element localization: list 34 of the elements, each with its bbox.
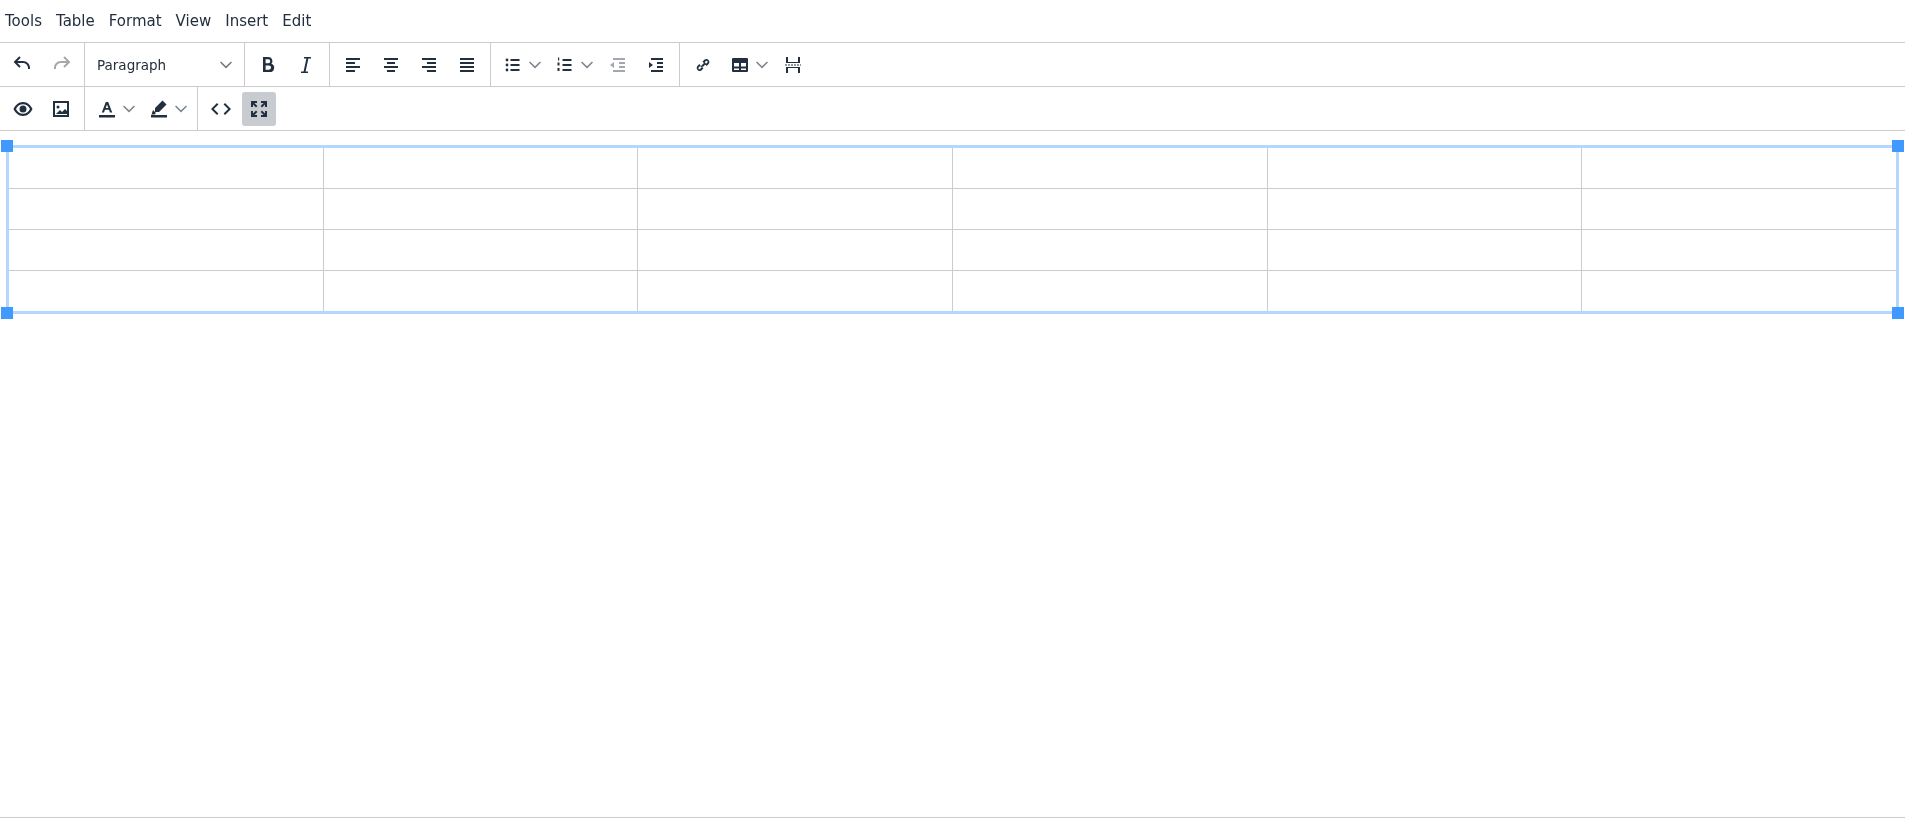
chevron-down-icon xyxy=(529,60,541,69)
menu-item[interactable]: View xyxy=(170,8,220,34)
table-cell[interactable] xyxy=(637,188,953,230)
chevron-down-icon xyxy=(175,104,187,113)
table-cell[interactable] xyxy=(8,188,324,230)
chevron-down-icon xyxy=(581,60,593,69)
block-format-dropdown[interactable]: Paragraph xyxy=(89,47,240,82)
resize-handle[interactable] xyxy=(1892,307,1904,319)
resize-handle[interactable] xyxy=(1892,140,1904,152)
table[interactable] xyxy=(8,147,1897,312)
menu-item[interactable]: Edit xyxy=(277,8,320,34)
resize-handle[interactable] xyxy=(1,307,13,319)
chevron-down-icon xyxy=(220,60,232,69)
table-cell[interactable] xyxy=(1267,188,1582,230)
table-cell[interactable] xyxy=(1267,229,1582,271)
chevron-down-icon xyxy=(756,60,768,69)
menu-item[interactable]: Tools xyxy=(0,8,50,34)
menu-item[interactable]: Insert xyxy=(220,8,277,34)
table-cell[interactable] xyxy=(323,147,638,189)
menu-item[interactable]: Format xyxy=(103,8,170,34)
table-cell[interactable] xyxy=(323,188,638,230)
chevron-down-icon xyxy=(123,104,135,113)
table-cell[interactable] xyxy=(8,147,324,189)
table-cell[interactable] xyxy=(952,188,1268,230)
table-cell[interactable] xyxy=(323,229,638,271)
resize-handle[interactable] xyxy=(1,140,13,152)
table-cell[interactable] xyxy=(1267,147,1582,189)
menu-item[interactable]: Table xyxy=(50,8,103,34)
table-cell[interactable] xyxy=(8,229,324,271)
table-cell[interactable] xyxy=(637,147,953,189)
table-cell[interactable] xyxy=(952,229,1268,271)
fullscreen-button[interactable] xyxy=(242,91,276,126)
table-cell[interactable] xyxy=(952,147,1268,189)
table-cell[interactable] xyxy=(637,229,953,271)
